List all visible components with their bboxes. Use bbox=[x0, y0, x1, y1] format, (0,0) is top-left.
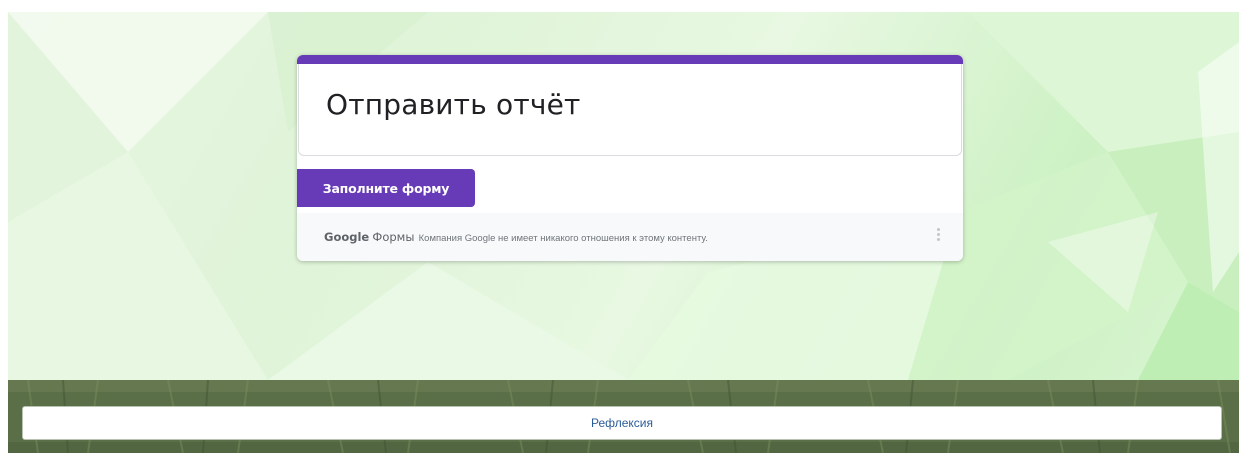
form-title: Отправить отчёт bbox=[326, 88, 581, 121]
forms-brand-label: Формы bbox=[372, 230, 415, 244]
form-footer: Google Формы Компания Google не имеет ни… bbox=[297, 213, 963, 261]
form-header: Отправить отчёт bbox=[298, 64, 962, 156]
fill-form-button[interactable]: Заполните форму bbox=[297, 169, 475, 207]
forms-branding[interactable]: Google Формы Компания Google не имеет ни… bbox=[324, 230, 708, 244]
form-embed-background: Отправить отчёт Заполните форму Google Ф… bbox=[8, 12, 1239, 380]
google-form-card: Отправить отчёт Заполните форму Google Ф… bbox=[297, 55, 963, 261]
form-accent-bar bbox=[297, 55, 963, 64]
more-vert-icon[interactable] bbox=[935, 227, 941, 247]
google-disclaimer: Компания Google не имеет никакого отноше… bbox=[418, 233, 708, 244]
reflection-button[interactable]: Рефлексия bbox=[22, 406, 1222, 440]
google-brand-label: Google bbox=[324, 230, 370, 244]
grass-texture-banner: Рефлексия bbox=[8, 380, 1239, 453]
